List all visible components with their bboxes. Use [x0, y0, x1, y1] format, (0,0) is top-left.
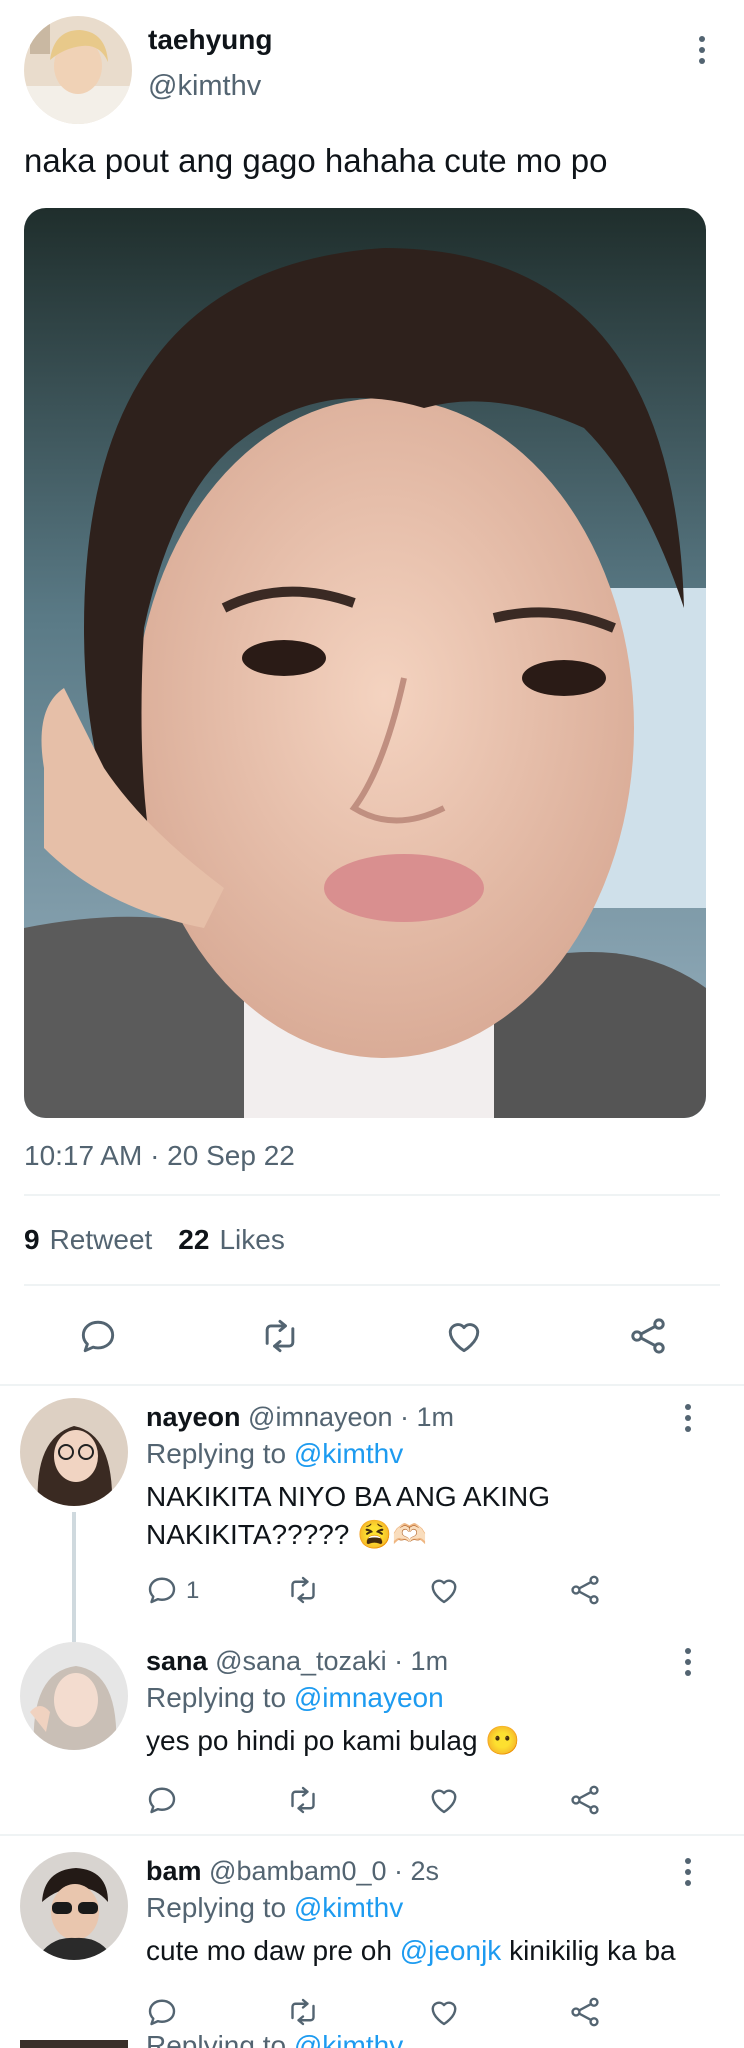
- reply-text-part: kinikilig ka ba: [509, 1935, 676, 1966]
- reply-text-part: cute mo daw pre oh: [146, 1935, 392, 1966]
- replying-to-link[interactable]: @imnayeon: [294, 1682, 444, 1713]
- reply-text-line: NAKIKITA?????: [146, 1519, 350, 1550]
- reply-avatar-bam[interactable]: [20, 1852, 128, 1960]
- share-icon[interactable]: [567, 1572, 603, 1608]
- like-icon[interactable]: [442, 1314, 486, 1358]
- replying-to-link[interactable]: @kimthv: [294, 2030, 403, 2048]
- divider: [24, 1284, 720, 1286]
- divider: [0, 1834, 744, 1836]
- reply-icon[interactable]: [76, 1314, 120, 1358]
- reply-header: bam @bambam0_0 · 2s: [146, 1856, 439, 1887]
- reply-handle-time[interactable]: @sana_tozaki · 1m: [215, 1646, 448, 1676]
- replying-to: Replying to @imnayeon: [146, 1682, 444, 1714]
- reply-avatar-nayeon[interactable]: [20, 1398, 128, 1506]
- reply-count: 1: [186, 1577, 200, 1604]
- retweet-icon[interactable]: [258, 1314, 302, 1358]
- retweet-icon[interactable]: [285, 1994, 321, 2030]
- reply-text: NAKIKITA NIYO BA ANG AKING NAKIKITA?????…: [146, 1478, 550, 1554]
- reply-handle-time[interactable]: @imnayeon · 1m: [248, 1402, 454, 1432]
- likes-count: 22: [178, 1224, 210, 1255]
- replying-to-link[interactable]: @kimthv: [294, 1892, 403, 1923]
- divider: [0, 1384, 744, 1386]
- reply-header: sana @sana_tozaki · 1m: [146, 1646, 448, 1677]
- reply-header: nayeon @imnayeon · 1m: [146, 1402, 454, 1433]
- author-name[interactable]: taehyung: [148, 24, 272, 56]
- retweets-stat[interactable]: 9 Retweet: [24, 1224, 152, 1256]
- replying-prefix: Replying to: [146, 2030, 287, 2048]
- more-icon[interactable]: [674, 1642, 702, 1682]
- tweet-stats: 9 Retweet 22 Likes: [24, 1224, 285, 1256]
- replying-prefix: Replying to: [146, 1682, 287, 1713]
- reply-icon[interactable]: [144, 1782, 180, 1818]
- reply-icon[interactable]: [144, 1994, 180, 2030]
- reply-text: yes po hindi po kami bulag 😶: [146, 1722, 520, 1760]
- reply-author-name[interactable]: sana: [146, 1646, 208, 1676]
- like-icon[interactable]: [426, 1994, 462, 2030]
- share-icon[interactable]: [567, 1782, 603, 1818]
- replying-prefix: Replying to: [146, 1438, 287, 1469]
- reply-author-name[interactable]: bam: [146, 1856, 202, 1886]
- replying-to: Replying to @kimthv: [146, 1438, 403, 1470]
- more-icon[interactable]: [688, 30, 716, 70]
- reply-handle-time[interactable]: @bambam0_0 · 2s: [209, 1856, 439, 1886]
- share-icon[interactable]: [567, 1994, 603, 2030]
- author-avatar[interactable]: [24, 16, 132, 124]
- more-icon[interactable]: [674, 1398, 702, 1438]
- author-handle[interactable]: @kimthv: [148, 70, 261, 103]
- mention-link[interactable]: @jeonjk: [400, 1935, 502, 1966]
- replying-to: Replying to @kimthv: [146, 1892, 403, 1924]
- tweet-photo[interactable]: [24, 208, 706, 1118]
- replying-to-partial: Replying to @kimthv: [146, 2030, 403, 2048]
- replying-to-link[interactable]: @kimthv: [294, 1438, 403, 1469]
- retweet-icon[interactable]: [285, 1572, 321, 1608]
- reply-avatar-partial: [20, 2040, 128, 2048]
- divider: [24, 1194, 720, 1196]
- emoji: 😶: [485, 1725, 521, 1756]
- reply-text: cute mo daw pre oh @jeonjk kinikilig ka …: [146, 1932, 676, 1970]
- reply-avatar-sana[interactable]: [20, 1642, 128, 1750]
- replying-prefix: Replying to: [146, 1892, 287, 1923]
- like-icon[interactable]: [426, 1782, 462, 1818]
- likes-label: Likes: [219, 1224, 285, 1255]
- emoji: 😫🫶🏻: [357, 1519, 427, 1550]
- reply-text-line: NAKIKITA NIYO BA ANG AKING: [146, 1481, 551, 1512]
- more-icon[interactable]: [674, 1852, 702, 1892]
- thread-line: [72, 1512, 76, 1642]
- likes-stat[interactable]: 22 Likes: [178, 1224, 285, 1256]
- reply-text-line: yes po hindi po kami bulag: [146, 1725, 478, 1756]
- reply-icon[interactable]: [144, 1572, 180, 1608]
- share-icon[interactable]: [626, 1314, 670, 1358]
- tweet-timestamp: 10:17 AM · 20 Sep 22: [24, 1140, 295, 1171]
- retweets-count: 9: [24, 1224, 40, 1255]
- retweet-icon[interactable]: [285, 1782, 321, 1818]
- like-icon[interactable]: [426, 1572, 462, 1608]
- reply-author-name[interactable]: nayeon: [146, 1402, 241, 1432]
- retweets-label: Retweet: [49, 1224, 153, 1255]
- tweet-text: naka pout ang gago hahaha cute mo po: [24, 142, 608, 179]
